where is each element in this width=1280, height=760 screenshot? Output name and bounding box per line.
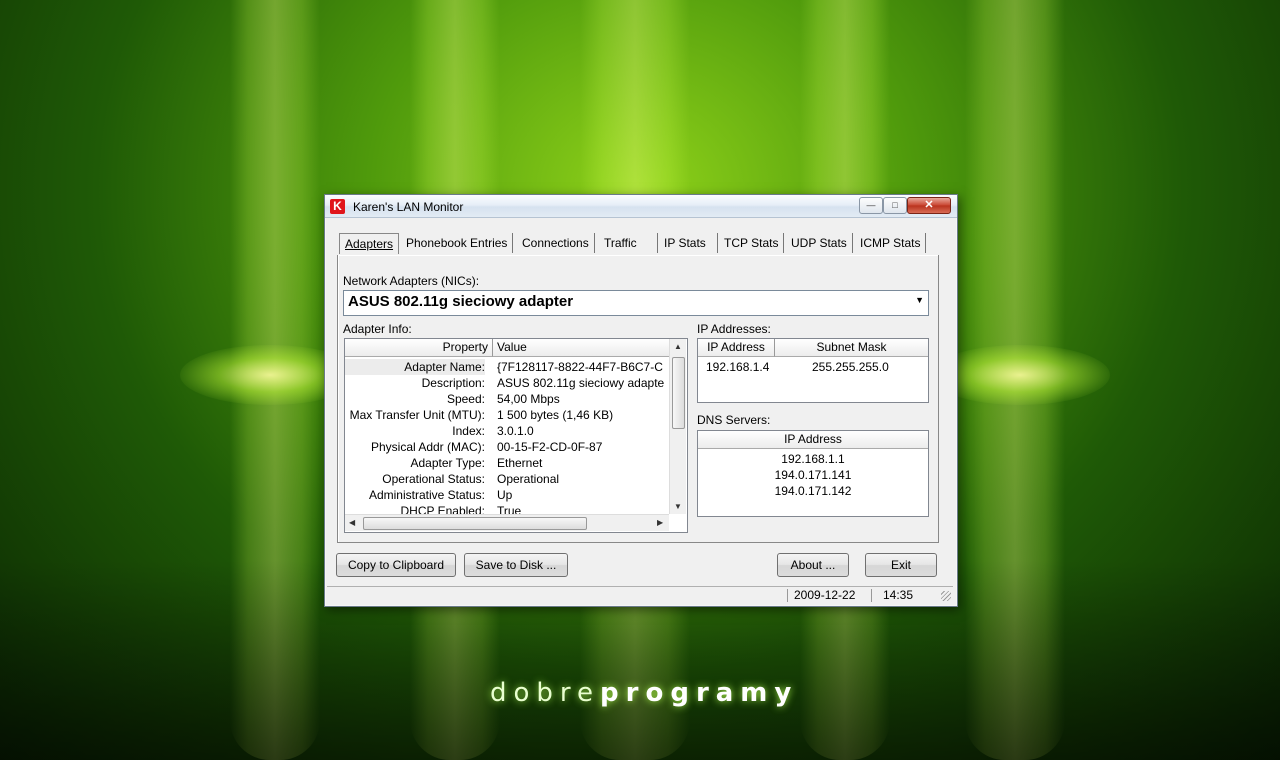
scroll-up-icon[interactable]: ▲ — [674, 342, 682, 351]
scroll-right-icon[interactable]: ▶ — [657, 518, 663, 527]
tab-tcp-stats[interactable]: TCP Stats — [719, 233, 785, 253]
dns-server-cell[interactable]: 194.0.171.141 — [698, 467, 928, 483]
adapter-info-label: Adapter Info: — [343, 322, 412, 336]
resize-grip-icon[interactable] — [941, 591, 951, 601]
tab-label: IP Stats — [664, 236, 706, 250]
value-cell[interactable]: {7F128117-8822-44F7-B6C7-C — [497, 359, 669, 375]
tab-label: Connections — [522, 236, 589, 250]
property-cell[interactable]: Adapter Name: — [345, 359, 485, 375]
ip-addresses-label: IP Addresses: — [697, 322, 771, 336]
property-cell[interactable]: Description: — [345, 375, 485, 391]
save-to-disk-button[interactable]: Save to Disk ... — [464, 553, 568, 577]
tab-connections[interactable]: Connections — [517, 233, 595, 253]
dns-server-cell[interactable]: 194.0.171.142 — [698, 483, 928, 499]
app-window: K Karen's LAN Monitor — □ ✕ Adapters Pho… — [324, 194, 958, 607]
status-date: 2009-12-22 — [787, 589, 861, 602]
property-cell[interactable]: Administrative Status: — [345, 487, 485, 503]
vertical-scrollbar[interactable]: ▲ ▼ — [669, 339, 686, 514]
property-cell[interactable]: Max Transfer Unit (MTU): — [345, 407, 485, 423]
tab-label: UDP Stats — [791, 236, 847, 250]
value-cell[interactable]: Up — [497, 487, 669, 503]
app-icon: K — [330, 199, 345, 214]
value-cell[interactable]: 3.0.1.0 — [497, 423, 669, 439]
column-header-property[interactable]: Property — [345, 339, 493, 357]
tab-traffic[interactable]: Traffic — [599, 233, 658, 253]
window-title: Karen's LAN Monitor — [353, 200, 464, 214]
value-cell[interactable]: 1 500 bytes (1,46 KB) — [497, 407, 669, 423]
property-cell[interactable]: Adapter Type: — [345, 455, 486, 471]
brand-bold: programy — [600, 678, 799, 708]
property-cell[interactable]: Index: — [345, 423, 485, 439]
copy-to-clipboard-button[interactable]: Copy to Clipboard — [336, 553, 456, 577]
value-cell[interactable]: ASUS 802.11g sieciowy adapte — [497, 375, 669, 391]
value-cell[interactable]: 00-15-F2-CD-0F-87 — [497, 439, 669, 455]
column-header-value[interactable]: Value — [493, 339, 674, 357]
adapter-select[interactable]: ASUS 802.11g sieciowy adapter ▼ — [343, 290, 929, 316]
scroll-down-icon[interactable]: ▼ — [674, 502, 682, 511]
tab-phonebook-entries[interactable]: Phonebook Entries — [401, 233, 514, 253]
nics-label: Network Adapters (NICs): — [343, 274, 480, 288]
tab-ip-stats[interactable]: IP Stats — [659, 233, 718, 253]
about-button[interactable]: About ... — [777, 553, 849, 577]
ip-addresses-table[interactable]: IP Address Subnet Mask 192.168.1.4 255.2… — [697, 338, 929, 403]
dns-servers-table[interactable]: IP Address 192.168.1.1 194.0.171.141 194… — [697, 430, 929, 517]
close-button[interactable]: ✕ — [907, 197, 951, 214]
chevron-down-icon[interactable]: ▼ — [915, 295, 924, 305]
tab-icmp-stats[interactable]: ICMP Stats — [855, 233, 927, 253]
title-bar[interactable]: K Karen's LAN Monitor — □ ✕ — [325, 195, 957, 218]
status-bar: 2009-12-22 14:35 — [327, 586, 953, 603]
exit-button[interactable]: Exit — [865, 553, 937, 577]
brand-light: dobre — [490, 678, 601, 708]
subnet-mask-cell[interactable]: 255.255.255.0 — [812, 359, 889, 375]
adapter-select-value: ASUS 802.11g sieciowy adapter — [348, 293, 574, 310]
scroll-left-icon[interactable]: ◀ — [349, 518, 355, 527]
minimize-button[interactable]: — — [859, 197, 883, 214]
scrollbar-thumb[interactable] — [672, 357, 685, 429]
dns-server-cell[interactable]: 192.168.1.1 — [698, 451, 928, 467]
property-cell[interactable]: Physical Addr (MAC): — [345, 439, 485, 455]
tab-adapters[interactable]: Adapters — [339, 233, 400, 254]
tab-label: Phonebook Entries — [406, 236, 508, 250]
ip-address-cell[interactable]: 192.168.1.4 — [706, 359, 769, 375]
tab-label: TCP Stats — [724, 236, 779, 250]
tab-label: Adapters — [345, 237, 394, 251]
tab-label: Traffic — [604, 236, 637, 250]
status-time: 14:35 — [871, 589, 924, 602]
wallpaper-brand: dobreprogramy — [490, 678, 800, 708]
scrollbar-thumb[interactable] — [363, 517, 587, 530]
tab-udp-stats[interactable]: UDP Stats — [786, 233, 853, 253]
column-header-dns-ip[interactable]: IP Address — [698, 431, 928, 449]
value-cell[interactable]: Operational — [497, 471, 669, 487]
property-cell[interactable]: Speed: — [345, 391, 485, 407]
column-header-subnet-mask[interactable]: Subnet Mask — [775, 339, 928, 357]
property-cell[interactable]: Operational Status: — [345, 471, 485, 487]
dns-servers-label: DNS Servers: — [697, 413, 771, 427]
tab-label: ICMP Stats — [860, 236, 921, 250]
column-header-ip-address[interactable]: IP Address — [698, 339, 775, 357]
maximize-button[interactable]: □ — [883, 197, 907, 214]
value-cell[interactable]: Ethernet — [497, 455, 669, 471]
horizontal-scrollbar[interactable]: ◀ ▶ — [345, 514, 669, 531]
adapter-info-table[interactable]: Property Value Adapter Name: {7F128117-88… — [344, 338, 688, 533]
value-cell[interactable]: 54,00 Mbps — [497, 391, 669, 407]
